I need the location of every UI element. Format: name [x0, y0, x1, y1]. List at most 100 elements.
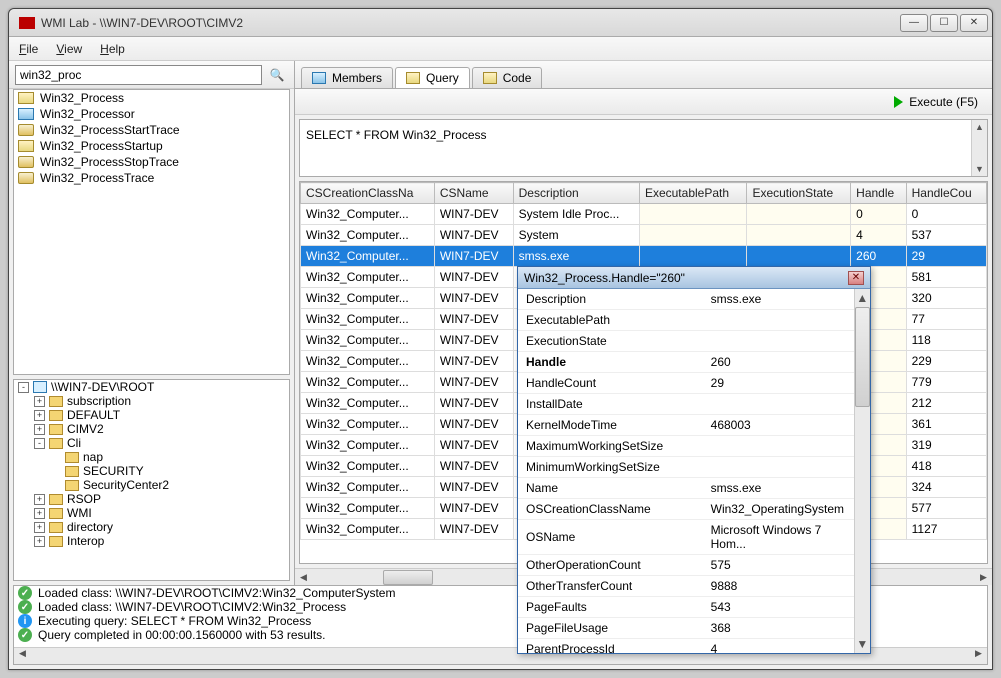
tab-code[interactable]: Code — [472, 67, 543, 88]
class-search-input[interactable] — [15, 65, 262, 85]
tree-node[interactable]: +DEFAULT — [14, 408, 289, 422]
table-row[interactable]: Win32_Computer...WIN7-DEVSystem4537 — [301, 225, 987, 246]
property-row[interactable]: PageFileUsage368 — [518, 618, 854, 639]
property-row[interactable]: OSCreationClassNameWin32_OperatingSystem — [518, 499, 854, 520]
property-row[interactable]: PageFaults543 — [518, 597, 854, 618]
property-row[interactable]: ExecutablePath — [518, 310, 854, 331]
property-row[interactable]: MinimumWorkingSetSize — [518, 457, 854, 478]
execute-button[interactable]: Execute (F5) — [888, 93, 984, 111]
popup-scroll-thumb[interactable] — [855, 307, 870, 407]
tab-members[interactable]: Members — [301, 67, 393, 88]
property-row[interactable]: OtherOperationCount575 — [518, 555, 854, 576]
editor-scrollbar[interactable] — [971, 120, 987, 176]
scroll-right-icon[interactable]: ▶ — [975, 572, 992, 583]
expander-icon[interactable]: + — [34, 424, 45, 435]
cell: 4 — [851, 225, 906, 246]
property-row[interactable]: ExecutionState — [518, 331, 854, 352]
class-item[interactable]: Win32_Process — [14, 90, 289, 106]
cell: Win32_Computer... — [301, 414, 435, 435]
popup-close-button[interactable]: ✕ — [848, 271, 864, 285]
cell: WIN7-DEV — [434, 309, 513, 330]
popup-scrollbar[interactable]: ▲ ▼ — [854, 289, 870, 653]
property-row[interactable]: MaximumWorkingSetSize — [518, 436, 854, 457]
column-header[interactable]: ExecutionState — [747, 183, 851, 204]
property-row[interactable]: KernelModeTime468003 — [518, 415, 854, 436]
tree-node[interactable]: -\\WIN7-DEV\ROOT — [14, 380, 289, 394]
column-header[interactable]: CSName — [434, 183, 513, 204]
column-header[interactable]: HandleCou — [906, 183, 986, 204]
property-row[interactable]: Descriptionsmss.exe — [518, 289, 854, 310]
tree-label: Interop — [67, 534, 104, 548]
namespace-tree[interactable]: -\\WIN7-DEV\ROOT + subscription+DEFAULT+CI… — [13, 379, 290, 581]
class-item[interactable]: Win32_Processor — [14, 106, 289, 122]
property-name: MaximumWorkingSetSize — [518, 436, 703, 457]
property-value: 468003 — [703, 415, 854, 436]
class-item[interactable]: Win32_ProcessStartTrace — [14, 122, 289, 138]
info-icon: i — [18, 614, 32, 628]
tree-node[interactable]: +WMI — [14, 506, 289, 520]
property-row[interactable]: Namesmss.exe — [518, 478, 854, 499]
expander-icon[interactable]: + — [34, 410, 45, 421]
tree-node[interactable]: +RSOP — [14, 492, 289, 506]
class-list[interactable]: Win32_ProcessWin32_ProcessorWin32_Proces… — [13, 89, 290, 375]
table-row[interactable]: Win32_Computer...WIN7-DEVsmss.exe26029 — [301, 246, 987, 267]
tree-node[interactable]: SECURITY — [14, 464, 289, 478]
column-header[interactable]: ExecutablePath — [639, 183, 747, 204]
minimize-button[interactable]: — — [900, 14, 928, 32]
property-value: smss.exe — [703, 289, 854, 310]
tree-node[interactable]: +directory — [14, 520, 289, 534]
expander-icon[interactable]: + — [34, 522, 45, 533]
tree-node[interactable]: -Cli — [14, 436, 289, 450]
column-header[interactable]: CSCreationClassNa — [301, 183, 435, 204]
maximize-button[interactable]: ☐ — [930, 14, 958, 32]
instance-popup[interactable]: Win32_Process.Handle="260" ✕ Description… — [517, 266, 871, 654]
property-row[interactable]: ParentProcessId4 — [518, 639, 854, 654]
cell: WIN7-DEV — [434, 267, 513, 288]
query-editor[interactable]: SELECT * FROM Win32_Process — [299, 119, 988, 177]
titlebar[interactable]: WMI Lab - \\WIN7-DEV\ROOT\CIMV2 — ☐ ✕ — [9, 9, 992, 37]
property-row[interactable]: Handle260 — [518, 352, 854, 373]
menu-help[interactable]: Help — [100, 42, 125, 56]
expander-icon[interactable]: + — [34, 494, 45, 505]
property-value: 543 — [703, 597, 854, 618]
expander-icon[interactable]: + — [34, 536, 45, 547]
tree-node[interactable]: SecurityCenter2 — [14, 478, 289, 492]
expander-icon[interactable]: - — [18, 382, 29, 393]
property-row[interactable]: InstallDate — [518, 394, 854, 415]
column-header[interactable]: Handle — [851, 183, 906, 204]
tab-query[interactable]: Query — [395, 67, 470, 88]
property-row[interactable]: OSNameMicrosoft Windows 7 Hom... — [518, 520, 854, 555]
scroll-left-icon[interactable]: ◀ — [295, 572, 312, 583]
folder-icon — [49, 494, 63, 505]
column-header[interactable]: Description — [513, 183, 639, 204]
tree-node[interactable]: + subscription — [14, 394, 289, 408]
cell — [639, 204, 747, 225]
folder-icon — [65, 466, 79, 477]
expander-icon[interactable]: + — [34, 508, 45, 519]
tree-node[interactable]: +CIMV2 — [14, 422, 289, 436]
expander-icon[interactable]: - — [34, 438, 45, 449]
property-row[interactable]: OtherTransferCount9888 — [518, 576, 854, 597]
class-item[interactable]: Win32_ProcessStartup — [14, 138, 289, 154]
class-icon — [18, 172, 34, 184]
menu-view[interactable]: View — [56, 42, 82, 56]
window-title: WMI Lab - \\WIN7-DEV\ROOT\CIMV2 — [41, 16, 900, 30]
binoculars-icon[interactable]: 🔍 — [266, 66, 288, 84]
tree-node[interactable]: nap — [14, 450, 289, 464]
close-button[interactable]: ✕ — [960, 14, 988, 32]
class-item[interactable]: Win32_ProcessStopTrace — [14, 154, 289, 170]
scroll-thumb[interactable] — [383, 570, 433, 585]
menu-file[interactable]: File — [19, 42, 38, 56]
tree-label: subscription — [67, 394, 131, 408]
class-item[interactable]: Win32_ProcessTrace — [14, 170, 289, 186]
popup-titlebar[interactable]: Win32_Process.Handle="260" ✕ — [518, 267, 870, 289]
property-row[interactable]: HandleCount29 — [518, 373, 854, 394]
cell: 324 — [906, 477, 986, 498]
expander-icon[interactable]: + — [34, 396, 45, 407]
scroll-left-icon[interactable]: ◀ — [14, 648, 31, 664]
class-label: Win32_ProcessTrace — [40, 171, 154, 185]
cell: Win32_Computer... — [301, 477, 435, 498]
table-row[interactable]: Win32_Computer...WIN7-DEVSystem Idle Pro… — [301, 204, 987, 225]
tree-node[interactable]: + Interop — [14, 534, 289, 548]
scroll-right-icon[interactable]: ▶ — [970, 648, 987, 664]
